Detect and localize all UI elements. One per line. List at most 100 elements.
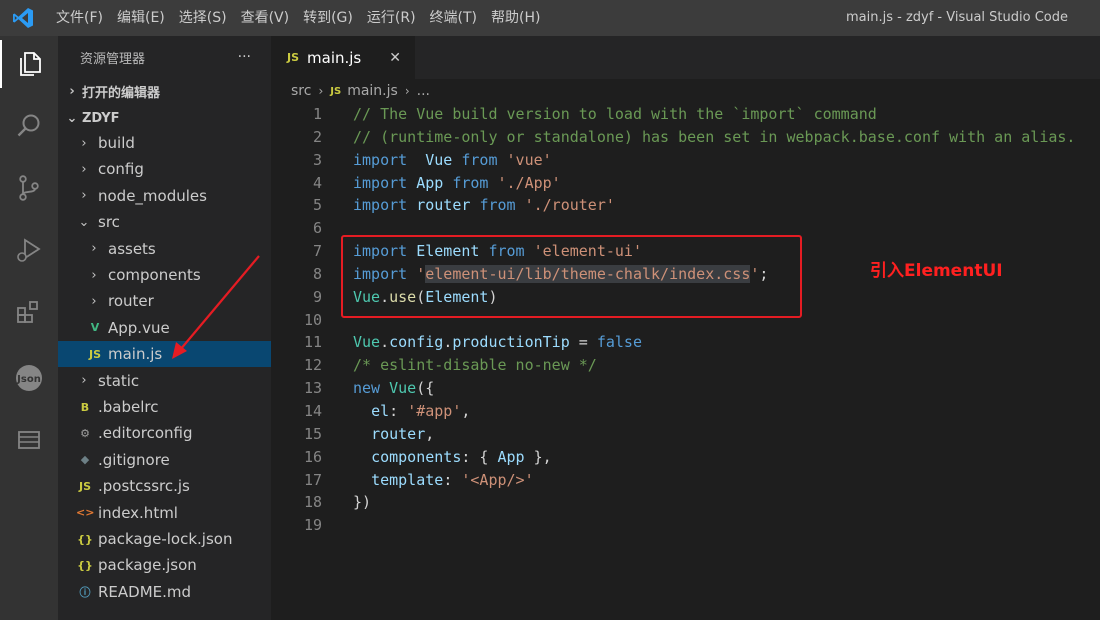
tab-label: main.js <box>307 48 362 67</box>
line-number: 5 <box>312 196 322 215</box>
breadcrumb-more[interactable]: ... <box>417 83 430 99</box>
code-line[interactable]: 11 Vue.config.productionTip = false <box>271 331 1100 354</box>
open-editors-section[interactable]: › 打开的编辑器 <box>66 78 160 104</box>
chevron-right-icon: › <box>318 84 324 98</box>
json-file-icon: {} <box>77 558 93 572</box>
tree-item-babelrc[interactable]: B .babelrc <box>58 394 271 420</box>
code-line[interactable]: 19 <box>271 514 1100 537</box>
tree-item-readme-md[interactable]: ⓘ README.md <box>58 579 271 605</box>
line-content: Vue.config.productionTip = false <box>353 333 642 352</box>
tree-item-build[interactable]: › build <box>58 130 271 156</box>
chevron-right-icon: › <box>69 83 75 99</box>
open-editors-label: 打开的编辑器 <box>82 85 161 101</box>
line-content: components: { App }, <box>371 447 552 466</box>
js-file-icon: JS <box>88 347 101 361</box>
tree-item-label: .gitignore <box>98 450 170 469</box>
tree-item-label: .postcssrc.js <box>98 477 190 496</box>
chevron-right-icon: › <box>404 84 410 98</box>
svg-text:Json: Json <box>16 374 41 385</box>
menu-item[interactable]: 帮助(H) <box>484 0 547 36</box>
line-number: 15 <box>303 424 322 443</box>
code-line[interactable]: 15 router, <box>271 423 1100 446</box>
code-line[interactable]: 2 // (runtime-only or standalone) has bee… <box>271 126 1100 149</box>
tree-item-postcssrc-js[interactable]: JS .postcssrc.js <box>58 473 271 499</box>
breadcrumb: src › JS main.js › ... <box>271 79 1100 103</box>
menu-item[interactable]: 转到(G) <box>296 0 360 36</box>
tree-item-package-lock-json[interactable]: {} package-lock.json <box>58 526 271 552</box>
tree-item-label: .babelrc <box>98 398 159 416</box>
chevron-right-icon: › <box>91 293 97 309</box>
tree-item-package-json[interactable]: {} package.json <box>58 552 271 578</box>
tree-item-main-js[interactable]: JS main.js <box>58 341 271 368</box>
menu-item[interactable]: 选择(S) <box>172 0 234 36</box>
tree-item-label: .editorconfig <box>98 424 193 443</box>
line-content: import router from './router' <box>353 196 615 215</box>
menu-item[interactable]: 文件(F) <box>49 0 110 36</box>
title-bar: 文件(F) 编辑(E) 选择(S) 查看(V) 转到(G) 运行(R) 终端(T) 帮助(H)… <box>0 0 1100 36</box>
tree-item-gitignore[interactable]: ◆ .gitignore <box>58 447 271 473</box>
code-line[interactable]: 17 template: '<App/>' <box>271 469 1100 492</box>
git-file-icon: ◆ <box>80 453 90 467</box>
code-line[interactable]: 5 import router from './router' <box>271 194 1100 217</box>
source-control-icon[interactable] <box>0 164 58 212</box>
tree-item-index-html[interactable]: <> index.html <box>58 500 271 526</box>
activity-bar: Json <box>0 36 58 620</box>
menu-item[interactable]: 查看(V) <box>234 0 297 36</box>
tree-item-config[interactable]: › config <box>58 156 271 182</box>
tree-item-editorconfig[interactable]: ⚙ .editorconfig <box>58 420 271 446</box>
line-number: 3 <box>312 150 322 169</box>
window-title: main.js - zdyf - Visual Studio Code <box>845 10 1068 25</box>
menu-item[interactable]: 运行(R) <box>360 0 423 36</box>
vscode-logo-icon <box>13 8 33 28</box>
code-line[interactable]: 12 /* eslint-disable no-new */ <box>271 354 1100 377</box>
code-line[interactable]: 16 components: { App }, <box>271 446 1100 469</box>
line-content: import App from './App' <box>353 173 561 192</box>
line-number: 17 <box>303 470 322 489</box>
code-line[interactable]: 3 import Vue from 'vue' <box>271 149 1100 172</box>
chevron-right-icon: › <box>91 241 97 257</box>
tree-item-app-vue[interactable]: V App.vue <box>58 315 271 341</box>
tab-main-js[interactable]: JS main.js ✕ <box>271 36 415 79</box>
editor-area: JS main.js ✕ src › JS main.js › ... 1 // … <box>271 36 1100 620</box>
run-debug-icon[interactable] <box>0 226 58 274</box>
line-number: 13 <box>303 379 322 398</box>
remote-explorer-icon[interactable] <box>0 416 58 464</box>
annotation-highlight-box <box>341 235 802 318</box>
code-editor[interactable]: 1 // The Vue build version to load with t… <box>271 103 1100 537</box>
tree-item-label: router <box>108 292 154 311</box>
tree-item-components[interactable]: › components <box>58 262 271 288</box>
code-line[interactable]: 13 new Vue({ <box>271 377 1100 400</box>
project-section[interactable]: ⌄ ZDYF <box>66 105 120 131</box>
code-line[interactable]: 1 // The Vue build version to load with t… <box>271 103 1100 126</box>
explorer-icon[interactable] <box>0 40 58 88</box>
close-icon[interactable]: ✕ <box>389 50 401 66</box>
tree-item-assets[interactable]: › assets <box>58 236 271 262</box>
more-actions-icon[interactable]: ··· <box>238 49 251 65</box>
code-line[interactable]: 14 el: '#app', <box>271 400 1100 423</box>
info-file-icon: ⓘ <box>79 585 91 599</box>
code-line[interactable]: 18}) <box>271 491 1100 514</box>
extensions-icon[interactable] <box>0 288 58 336</box>
js-file-icon: JS <box>78 479 91 493</box>
breadcrumb-src[interactable]: src <box>291 83 311 99</box>
tree-item-label: package-lock.json <box>98 530 233 548</box>
line-number: 14 <box>303 401 322 420</box>
code-line[interactable]: 4 import App from './App' <box>271 172 1100 195</box>
line-content: new Vue({ <box>353 379 435 398</box>
html-file-icon: <> <box>76 506 95 520</box>
tree-item-static[interactable]: › static <box>58 368 271 394</box>
line-content: }) <box>353 493 372 512</box>
menu-item[interactable]: 终端(T) <box>423 0 484 36</box>
tab-bar: JS main.js ✕ <box>271 36 1100 79</box>
tree-item-src[interactable]: ⌄ src <box>58 209 271 235</box>
search-icon[interactable] <box>0 102 58 150</box>
tree-item-router[interactable]: › router <box>58 288 271 314</box>
menu-item[interactable]: 编辑(E) <box>110 0 172 36</box>
js-file-icon: JS <box>287 51 300 64</box>
tree-item-label: package.json <box>98 556 197 575</box>
chevron-down-icon: ⌄ <box>78 214 90 230</box>
json-icon[interactable]: Json <box>0 354 58 402</box>
tree-item-node-modules[interactable]: › node_modules <box>58 183 271 209</box>
breadcrumb-file[interactable]: main.js <box>347 83 398 99</box>
tree-item-label: index.html <box>98 503 178 522</box>
